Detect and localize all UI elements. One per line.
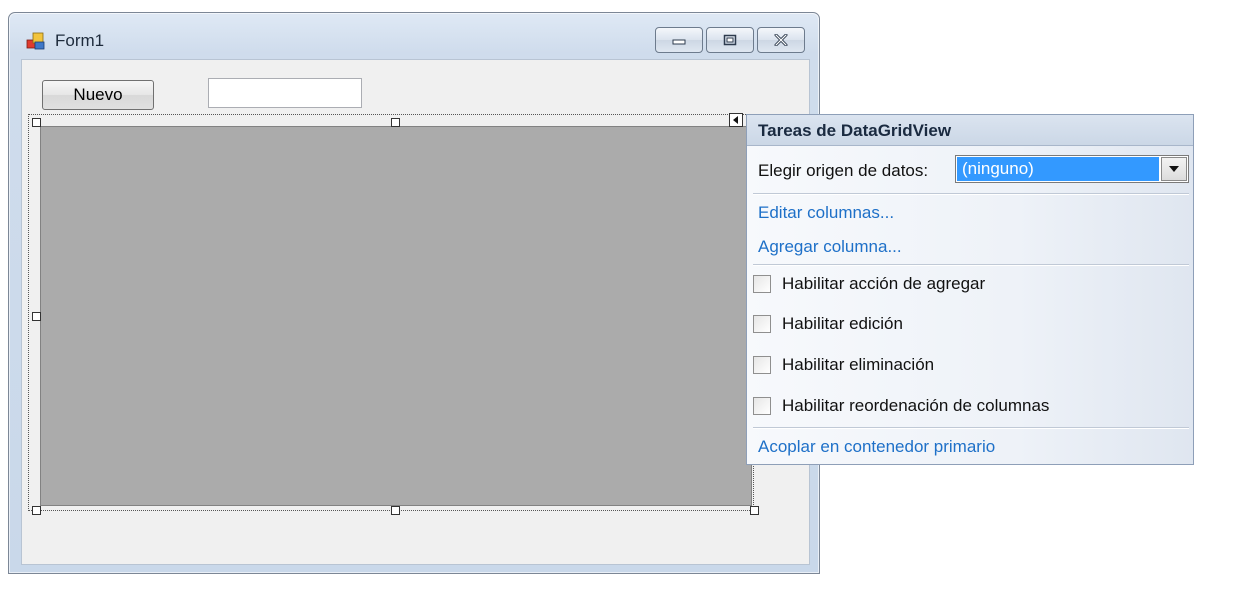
title-bar[interactable]: Form1	[9, 13, 819, 59]
datasource-selected-value: (ninguno)	[957, 157, 1159, 181]
smart-tag-panel: Tareas de DataGridView Elegir origen de …	[746, 114, 1194, 465]
nuevo-button[interactable]: Nuevo	[42, 80, 154, 110]
minimize-button[interactable]	[655, 27, 703, 53]
enable-add-checkbox[interactable]	[753, 275, 771, 293]
resize-handle-bottom-left[interactable]	[32, 506, 41, 515]
datasource-label: Elegir origen de datos:	[758, 161, 929, 180]
enable-reorder-label: Habilitar reordenación de columnas	[782, 396, 1050, 415]
resize-handle-top-left[interactable]	[32, 118, 41, 127]
separator	[753, 264, 1189, 266]
enable-reorder-checkbox-row[interactable]: Habilitar reordenación de columnas	[753, 395, 1049, 417]
minimize-icon	[672, 39, 686, 45]
enable-edit-checkbox-row[interactable]: Habilitar edición	[753, 313, 903, 335]
resize-handle-bottom[interactable]	[391, 506, 400, 515]
app-icon	[26, 32, 45, 50]
form-textbox[interactable]	[208, 78, 362, 108]
dock-parent-link[interactable]: Acoplar en contenedor primario	[758, 437, 995, 457]
maximize-button[interactable]	[706, 27, 754, 53]
close-icon	[774, 34, 788, 46]
chevron-down-icon	[1169, 166, 1179, 172]
resize-handle-bottom-right[interactable]	[750, 506, 759, 515]
panel-header: Tareas de DataGridView	[747, 115, 1193, 146]
enable-add-label: Habilitar acción de agregar	[782, 274, 986, 293]
separator	[753, 427, 1189, 429]
enable-add-checkbox-row[interactable]: Habilitar acción de agregar	[753, 273, 985, 295]
datagridview[interactable]	[40, 126, 752, 506]
window-title: Form1	[55, 31, 105, 50]
resize-handle-left[interactable]	[32, 312, 41, 321]
enable-edit-checkbox[interactable]	[753, 315, 771, 333]
enable-delete-checkbox[interactable]	[753, 356, 771, 374]
resize-handle-top[interactable]	[391, 118, 400, 127]
datasource-dropdown-button[interactable]	[1161, 157, 1187, 181]
enable-delete-label: Habilitar eliminación	[782, 355, 935, 374]
smart-tag-glyph[interactable]	[729, 113, 743, 127]
close-button[interactable]	[757, 27, 805, 53]
enable-edit-label: Habilitar edición	[782, 314, 903, 333]
datasource-combobox[interactable]: (ninguno)	[955, 155, 1189, 183]
panel-title: Tareas de DataGridView	[758, 121, 952, 140]
separator	[753, 193, 1189, 195]
enable-reorder-checkbox[interactable]	[753, 397, 771, 415]
add-column-link[interactable]: Agregar columna...	[758, 237, 902, 257]
caret-left-icon	[733, 116, 738, 124]
edit-columns-link[interactable]: Editar columnas...	[758, 203, 894, 223]
maximize-icon	[723, 34, 737, 46]
enable-delete-checkbox-row[interactable]: Habilitar eliminación	[753, 354, 934, 376]
